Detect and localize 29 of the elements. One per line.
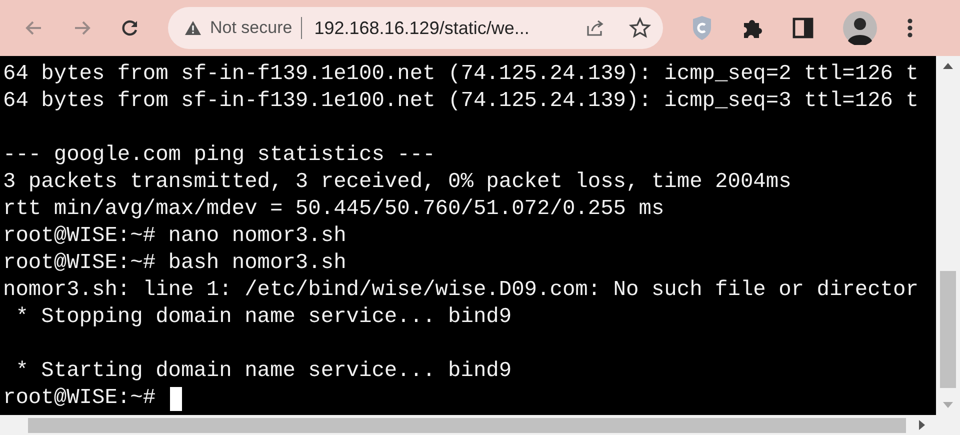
star-icon[interactable] [629, 17, 651, 39]
share-icon[interactable] [585, 18, 605, 38]
terminal-line: * Starting domain name service... bind9 [14, 358, 513, 385]
puzzle-icon[interactable] [741, 17, 763, 39]
terminal-line: root@WISE:~# nano nomor3.sh [3, 223, 348, 250]
terminal-prompt: root@WISE:~# [3, 385, 156, 412]
terminal-line: 3 packets transmitted, 3 received, 0% packet loss, time 2004ms [3, 169, 792, 196]
terminal-line: nomor3.sh: line 1: /etc/bind/wise/wise.D09.com: No such file or director [3, 277, 920, 304]
address-bar[interactable]: Not secure 192.168.16.129/static/we... [168, 7, 663, 49]
warning-icon [184, 20, 202, 36]
terminal-line: 64 bytes from sf-in-f139.1e100.net (74.125.24.139): icmp_seq=3 ttl=126 t [3, 88, 920, 115]
avatar-icon[interactable] [843, 11, 877, 45]
terminal-line: 64 bytes from sf-in-f139.1e100.net (74.125.24.139): icmp_seq=2 ttl=126 t [3, 61, 920, 88]
menu-icon[interactable] [906, 17, 914, 39]
terminal-line: rtt min/avg/max/mdev = 50.445/50.760/51.072/0.255 ms [3, 196, 666, 223]
terminal-line: --- google.com ping statistics --- [3, 142, 436, 169]
terminal-line: root@WISE:~# bash nomor3.sh [3, 250, 348, 277]
sidebar-icon[interactable] [792, 17, 814, 39]
terminal-line: * Stopping domain name service... bind9 [14, 304, 513, 331]
reload-icon[interactable] [120, 18, 140, 38]
horizontal-scrollbar[interactable] [0, 415, 960, 435]
scroll-up-icon[interactable] [942, 62, 954, 70]
text-cursor [170, 386, 182, 410]
vertical-scrollbar[interactable] [936, 56, 960, 415]
url-text: 192.168.16.129/static/we... [314, 18, 530, 38]
security-label: Not secure [210, 17, 302, 39]
scroll-right-icon[interactable] [918, 419, 926, 431]
scrollbar-thumb[interactable] [940, 271, 956, 388]
scrollbar-thumb[interactable] [28, 418, 906, 432]
